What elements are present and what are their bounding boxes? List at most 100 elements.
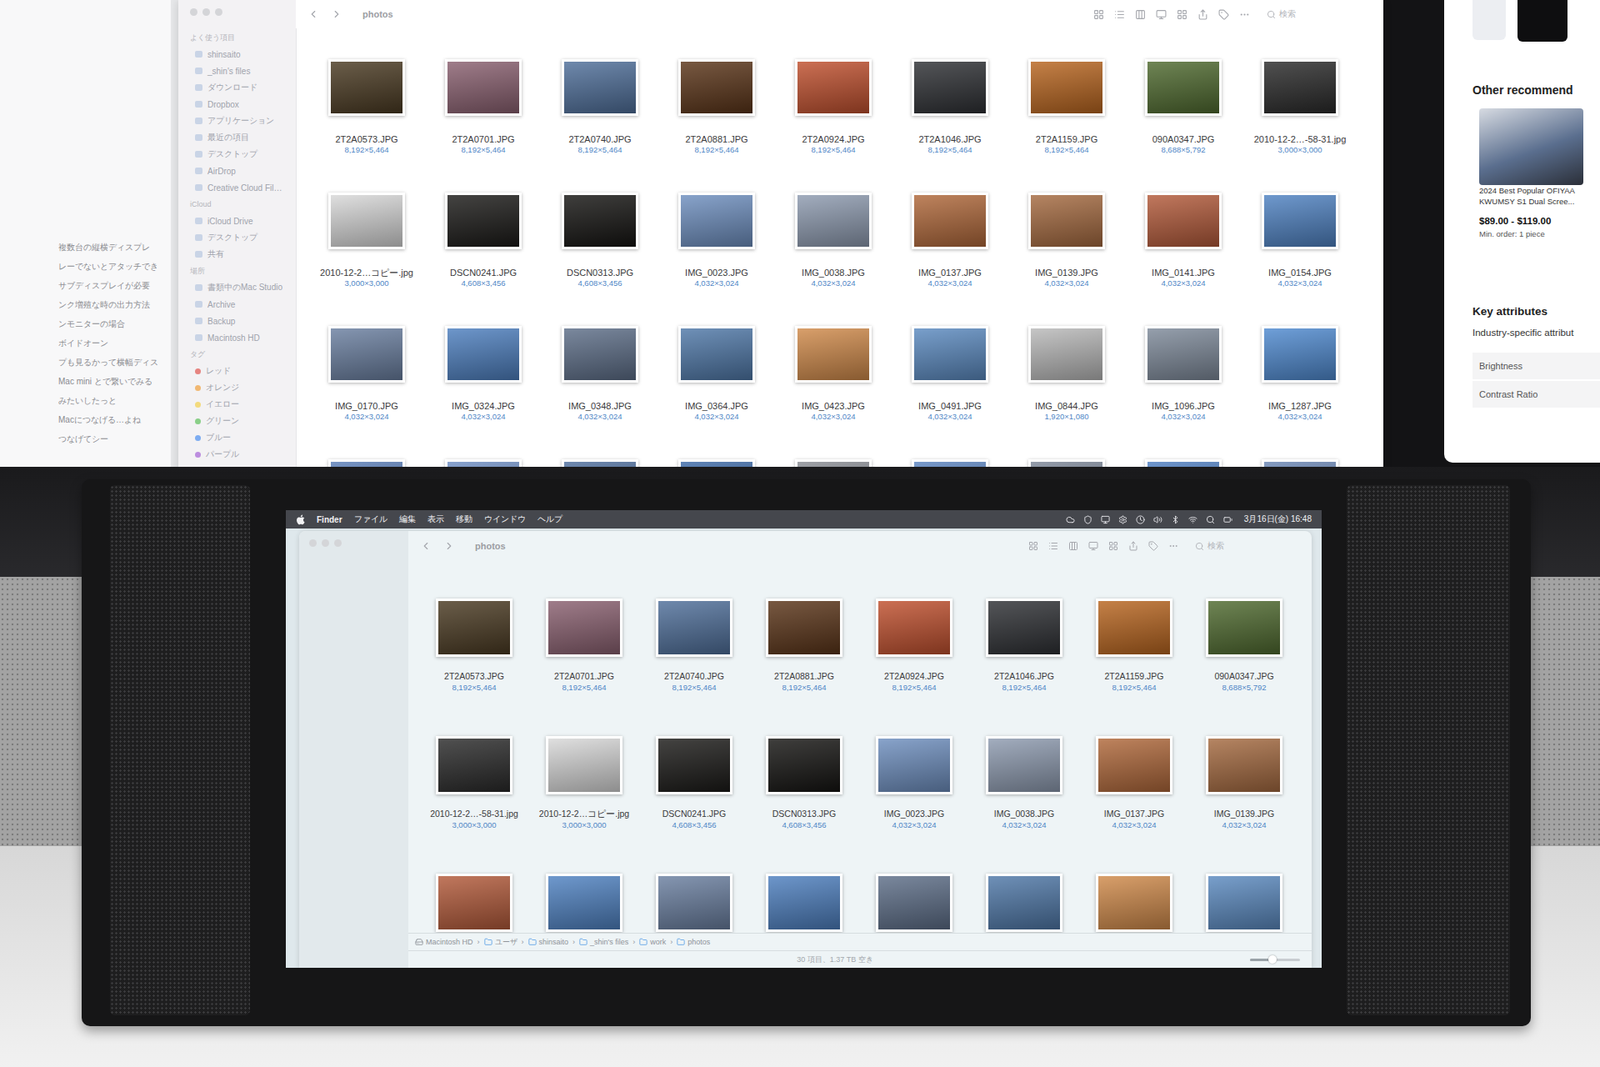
file-item[interactable]: 2T2A0740.JPG8,192×5,464 (639, 584, 750, 722)
photo-thumbnail[interactable] (678, 325, 755, 383)
product-image[interactable] (1479, 108, 1584, 185)
menu-item[interactable]: ウインドウ (484, 513, 526, 525)
sidebar-item[interactable]: オレンジ (190, 379, 290, 396)
forward-icon[interactable] (330, 8, 343, 20)
photo-thumbnail[interactable] (1145, 59, 1222, 116)
zoom-button[interactable] (334, 539, 342, 547)
slider-knob[interactable] (1268, 955, 1277, 964)
file-item[interactable]: 2T2A1159.JPG8,192×5,464 (1008, 41, 1125, 175)
file-item[interactable]: 2T2A0924.JPG8,192×5,464 (859, 584, 970, 722)
minimize-button[interactable] (321, 539, 330, 547)
photo-thumbnail[interactable] (985, 598, 1063, 657)
file-item[interactable]: 2T2A0573.JPG8,192×5,464 (308, 41, 425, 175)
photo-thumbnail[interactable] (545, 735, 623, 795)
file-item[interactable]: IMG_0038.JPG4,032×3,024 (775, 175, 892, 309)
close-button[interactable] (190, 8, 198, 16)
photo-thumbnail[interactable] (1028, 325, 1105, 383)
photo-thumbnail[interactable] (911, 192, 989, 250)
photo-thumbnail[interactable] (875, 735, 953, 795)
icon-view-icon[interactable] (1028, 540, 1039, 551)
status-item-icon[interactable] (1118, 515, 1128, 525)
photo-thumbnail[interactable] (561, 325, 639, 383)
file-item[interactable]: 090A0347.JPG8,688×5,792 (1125, 41, 1242, 175)
minimize-button[interactable] (202, 8, 210, 16)
file-item[interactable]: 2T2A1046.JPG8,192×5,464 (969, 584, 1080, 722)
menu-item[interactable]: ファイル (354, 513, 388, 525)
group-icon[interactable] (1176, 9, 1188, 20)
path-item[interactable]: Macintosh HD (415, 937, 474, 946)
file-item[interactable]: IMG_0137.JPG4,032×3,024 (1079, 721, 1190, 860)
path-item[interactable]: photos (676, 937, 710, 946)
more-icon[interactable] (1168, 540, 1179, 551)
sidebar-item[interactable]: ダウンロード (190, 79, 290, 96)
status-item-icon[interactable] (1153, 515, 1163, 525)
status-item-icon[interactable] (1205, 515, 1215, 525)
file-item[interactable] (1189, 859, 1300, 933)
sidebar-item[interactable]: Creative Cloud Fil… (190, 179, 290, 196)
menu-item[interactable]: ヘルプ (537, 513, 563, 525)
menu-item[interactable]: Finder (316, 515, 343, 525)
file-item[interactable]: 2010-12-2…コピー.jpg3,000×3,000 (308, 175, 425, 309)
column-view-icon[interactable] (1135, 9, 1146, 20)
gallery-view-icon[interactable] (1088, 540, 1099, 551)
photo-thumbnail[interactable] (1145, 192, 1222, 250)
path-item[interactable]: _shin's files (579, 937, 629, 946)
product-thumbnail[interactable] (1472, 0, 1506, 40)
file-item[interactable] (859, 859, 970, 933)
apple-logo-icon[interactable] (295, 514, 305, 525)
file-item[interactable]: IMG_0038.JPG4,032×3,024 (969, 721, 1080, 860)
file-item[interactable]: IMG_0139.JPG4,032×3,024 (1189, 721, 1300, 860)
sidebar-item[interactable]: アプリケーション (190, 112, 290, 130)
photo-thumbnail[interactable] (765, 598, 843, 657)
photo-thumbnail[interactable] (445, 59, 522, 116)
photo-thumbnail[interactable] (655, 873, 733, 932)
photo-thumbnail[interactable] (1261, 59, 1339, 116)
photo-thumbnail[interactable] (875, 873, 953, 932)
photo-thumbnail[interactable] (985, 735, 1063, 795)
close-button[interactable] (309, 539, 317, 547)
file-item[interactable]: IMG_0137.JPG4,032×3,024 (891, 175, 1009, 309)
file-item[interactable]: IMG_0154.JPG4,032×3,024 (1241, 175, 1359, 309)
sidebar-item[interactable]: iCloud Drive (190, 212, 290, 230)
file-item[interactable] (969, 859, 1080, 933)
search-field[interactable]: 検索 (1261, 6, 1372, 22)
photo-thumbnail[interactable] (678, 192, 755, 250)
file-item[interactable]: 2T2A0881.JPG8,192×5,464 (658, 41, 775, 175)
share-icon[interactable] (1197, 9, 1209, 20)
status-item-icon[interactable] (1188, 515, 1198, 525)
product-caption[interactable]: KWUMSY S1 Dual Scree... (1472, 195, 1600, 207)
product-caption[interactable]: 2024 Best Popular OFIYAA (1472, 185, 1600, 196)
status-item-icon[interactable] (1223, 515, 1233, 525)
menu-clock[interactable]: 3月16日(金) 16:48 (1244, 513, 1312, 525)
file-item[interactable]: 2T2A0924.JPG8,192×5,464 (775, 41, 892, 175)
file-item[interactable]: DSCN0241.JPG4,608×3,456 (425, 175, 542, 309)
file-item[interactable]: 2010-12-2…-58-31.jpg3,000×3,000 (1241, 41, 1359, 175)
photo-thumbnail[interactable] (1205, 735, 1283, 795)
photo-thumbnail[interactable] (435, 735, 513, 795)
photo-thumbnail[interactable] (545, 873, 623, 932)
sidebar-item[interactable]: イエロー (190, 395, 290, 413)
path-item[interactable]: work (639, 937, 666, 946)
photo-thumbnail[interactable] (561, 59, 639, 116)
photo-thumbnail[interactable] (561, 192, 639, 250)
sidebar-item[interactable]: _shin's files (190, 62, 290, 80)
zoom-slider[interactable] (1250, 958, 1300, 961)
sidebar-item[interactable]: Archive (190, 295, 290, 313)
file-item[interactable]: IMG_0491.JPG4,032×3,024 (891, 308, 1009, 442)
photo-thumbnail[interactable] (765, 873, 843, 932)
file-item[interactable] (529, 859, 640, 933)
sidebar-item[interactable]: デスクトップ (190, 145, 290, 163)
sidebar-item[interactable]: 書類中のMac Studio (190, 279, 290, 296)
file-item[interactable]: IMG_0141.JPG4,032×3,024 (1125, 175, 1242, 309)
sidebar-item[interactable]: ブルー (190, 429, 290, 446)
sidebar-item[interactable]: shinsaito (190, 45, 290, 63)
file-item[interactable]: DSCN0313.JPG4,608×3,456 (541, 175, 659, 309)
file-item[interactable] (419, 859, 530, 933)
photo-thumbnail[interactable] (328, 59, 405, 116)
forward-icon[interactable] (443, 540, 455, 552)
photo-thumbnail[interactable] (795, 59, 872, 116)
file-item[interactable]: 2010-12-2…コピー.jpg3,000×3,000 (529, 721, 640, 860)
photo-thumbnail[interactable] (1261, 192, 1339, 250)
sidebar-item[interactable]: Macintosh HD (190, 329, 290, 346)
file-item[interactable]: 2T2A0573.JPG8,192×5,464 (419, 584, 530, 722)
